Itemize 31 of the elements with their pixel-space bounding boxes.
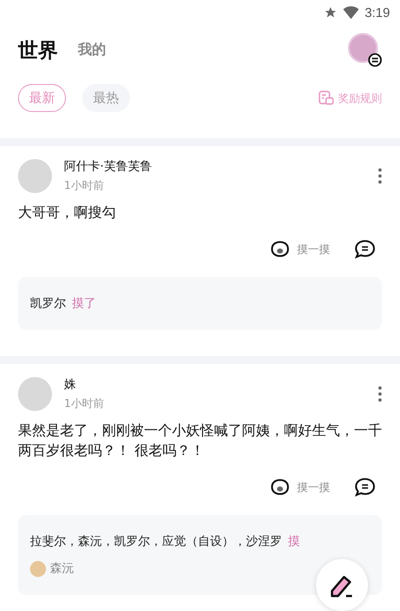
paw-face-icon xyxy=(269,478,291,496)
pat-button[interactable]: 摸一摸 xyxy=(269,240,330,258)
comment-icon[interactable] xyxy=(354,239,376,259)
header-tab[interactable]: 世界 xyxy=(18,36,58,64)
post-time: 1小时前 xyxy=(64,396,104,411)
post-time: 1小时前 xyxy=(64,178,105,193)
filter-chip[interactable]: 最热 xyxy=(82,84,130,112)
gift-card-icon xyxy=(318,90,334,106)
paw-face-icon xyxy=(269,240,291,258)
pat-button[interactable]: 摸一摸 xyxy=(269,478,330,496)
post-text: 果然是老了，刚刚被一个小妖怪喊了阿姨，啊好生气，一千两百岁很老吗？！ 很老吗？！ xyxy=(18,422,382,461)
star-icon xyxy=(324,6,337,18)
post-text: 大哥哥，啊搜勾 xyxy=(18,204,117,223)
more-icon[interactable] xyxy=(378,168,382,184)
pat-action: 摸了 xyxy=(72,295,96,312)
patter-names: 凯罗尔 xyxy=(30,295,66,312)
commenter-avatar xyxy=(30,560,46,576)
more-icon[interactable] xyxy=(378,386,382,402)
status-time: 3:19 xyxy=(364,4,390,20)
commenter-name: 森沅 xyxy=(50,560,74,577)
swap-icon[interactable] xyxy=(368,53,382,67)
pat-action: 摸 xyxy=(288,533,300,550)
filter-chip[interactable]: 最新 xyxy=(18,84,66,112)
header-tab[interactable]: 我的 xyxy=(78,41,106,59)
rewards-rules-link[interactable]: 奖励规则 xyxy=(318,90,382,106)
author-name[interactable]: 姝 xyxy=(64,376,104,393)
wifi-icon xyxy=(342,6,359,18)
comment-icon[interactable] xyxy=(354,477,376,497)
author-name[interactable]: 阿什卡·芙鲁芙鲁 xyxy=(64,158,152,175)
user-avatar[interactable] xyxy=(348,33,378,63)
patter-names: 拉斐尔，森沅，凯罗尔，应觉（自设），沙涅罗 xyxy=(30,533,282,550)
